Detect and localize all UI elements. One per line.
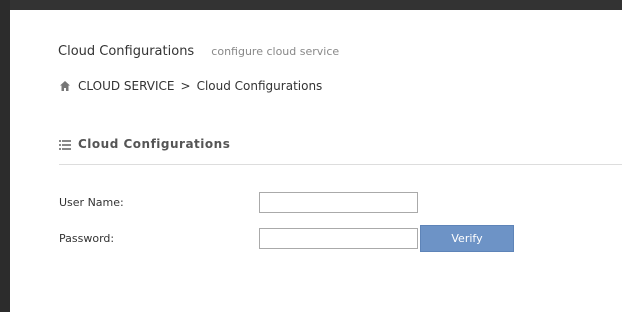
page-header: Cloud Configurations configure cloud ser…	[58, 40, 339, 59]
page-title: Cloud Configurations	[58, 44, 195, 59]
panel-title: Cloud Configurations	[78, 137, 231, 151]
password-input[interactable]	[259, 228, 418, 249]
breadcrumb-current: Cloud Configurations	[196, 79, 323, 93]
sidebar-collapsed	[0, 0, 10, 312]
breadcrumb-cloud-service[interactable]: CLOUD SERVICE	[78, 79, 175, 93]
panel-header: Cloud Configurations	[59, 137, 622, 165]
username-input[interactable]	[259, 192, 418, 213]
verify-button[interactable]: Verify	[420, 225, 514, 252]
breadcrumb-separator: >	[180, 79, 191, 93]
breadcrumb: CLOUD SERVICE > Cloud Configurations	[59, 79, 322, 93]
home-icon[interactable]	[59, 80, 71, 92]
password-label: Password:	[59, 232, 115, 245]
password-row: Password: Verify	[59, 225, 514, 252]
page-subtitle: configure cloud service	[211, 45, 340, 58]
window-top-bar	[0, 0, 622, 10]
username-label: User Name:	[59, 196, 124, 209]
list-icon	[59, 139, 71, 151]
username-row: User Name:	[59, 192, 418, 213]
main-content: Cloud Configurations configure cloud ser…	[10, 10, 622, 312]
